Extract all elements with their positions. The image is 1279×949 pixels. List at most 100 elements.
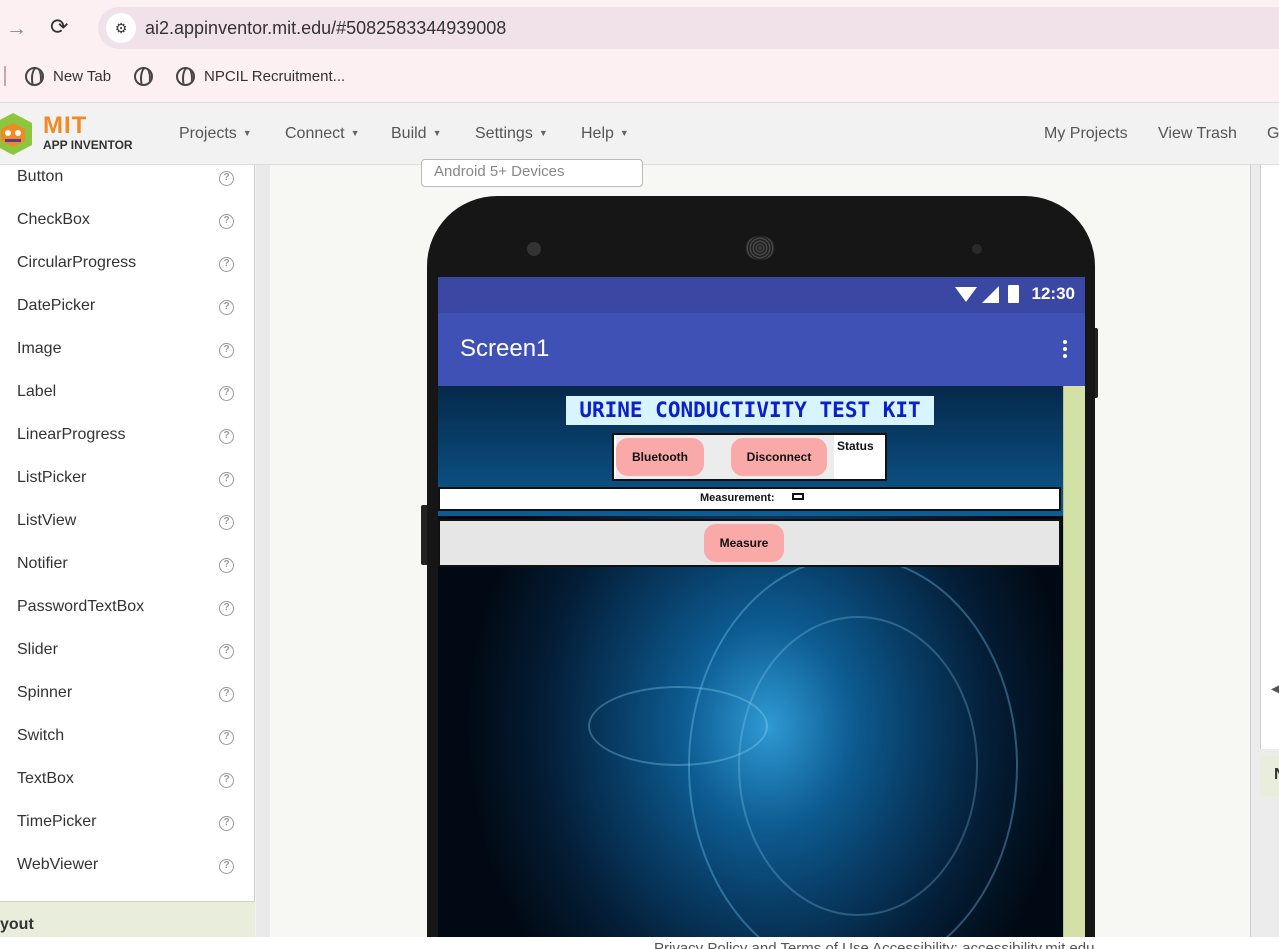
button-arrangement: Bluetooth Disconnect Status	[612, 433, 887, 481]
help-icon[interactable]: ?	[219, 214, 234, 229]
status-label: Status	[837, 439, 874, 453]
bookmark-globe[interactable]	[134, 67, 162, 86]
menu-build[interactable]: Build ▼	[391, 125, 442, 143]
palette-item-label: Slider	[17, 641, 58, 658]
screen-scroll-bar	[1063, 386, 1085, 937]
address-bar[interactable]: ⚙ ai2.appinventor.mit.edu/#5082583344939…	[98, 7, 1279, 49]
caret-down-icon: ▼	[538, 128, 548, 138]
palette-item-label: Spinner	[17, 684, 73, 701]
palette-item-linearprogress[interactable]: LinearProgress?	[17, 426, 242, 450]
overflow-menu-icon[interactable]	[1063, 340, 1067, 361]
phone-screen: 12:30 Screen1 URINE CONDUCTIVITY TEST KI…	[438, 277, 1085, 937]
measure-button[interactable]: Measure	[704, 524, 784, 562]
help-icon[interactable]: ?	[219, 257, 234, 272]
bookmark-separator	[4, 66, 6, 86]
palette-item-spinner[interactable]: Spinner?	[17, 684, 242, 708]
menu-label: Connect	[285, 125, 345, 142]
properties-panel-tab[interactable]: N	[1260, 756, 1279, 796]
palette-item-label: CheckBox	[17, 211, 90, 228]
palette-item-switch[interactable]: Switch?	[17, 727, 242, 751]
url-text[interactable]: ai2.appinventor.mit.edu/#508258334493900…	[145, 18, 506, 39]
globe-icon	[25, 67, 44, 86]
wifi-icon	[955, 286, 977, 302]
help-icon[interactable]: ?	[219, 429, 234, 444]
palette-item-label: Image	[17, 340, 62, 357]
palette-item-listview[interactable]: ListView?	[17, 512, 242, 536]
palette-item-image[interactable]: Image?	[17, 340, 242, 364]
menu-settings[interactable]: Settings ▼	[475, 125, 548, 143]
help-icon[interactable]: ?	[219, 515, 234, 530]
app-inventor-topbar: MIT APP INVENTOR Projects ▼ Connect ▼ Buil…	[0, 103, 1279, 165]
caret-down-icon: ▼	[432, 128, 442, 138]
menu-projects[interactable]: Projects ▼	[179, 125, 252, 143]
chevron-left-icon[interactable]: ◀	[1271, 680, 1279, 697]
menu-help[interactable]: Help ▼	[581, 125, 629, 143]
palette-item-label: TextBox	[17, 770, 74, 787]
help-icon[interactable]: ?	[219, 687, 234, 702]
bluetooth-button[interactable]: Bluetooth	[616, 438, 704, 476]
bookmark-npcil[interactable]: NPCIL Recruitment...	[176, 67, 345, 86]
palette-item-passwordtextbox[interactable]: PasswordTextBox?	[17, 598, 242, 622]
menu-connect[interactable]: Connect ▼	[285, 125, 360, 143]
palette-item-label: CircularProgress	[17, 254, 137, 271]
palette-item-notifier[interactable]: Notifier?	[17, 555, 242, 579]
app-title-label: URINE CONDUCTIVITY TEST KIT	[566, 396, 934, 425]
palette-item-label: Switch	[17, 727, 65, 744]
palette-item-label: Label	[17, 383, 57, 400]
help-icon[interactable]: ?	[219, 300, 234, 315]
globe-icon	[134, 67, 153, 86]
reload-icon[interactable]: ⟳	[50, 14, 68, 40]
menu-label: Help	[581, 125, 614, 142]
palette-item-textbox[interactable]: TextBox?	[17, 770, 242, 794]
site-settings-icon[interactable]: ⚙	[106, 13, 136, 43]
palette-item-webviewer[interactable]: WebViewer?	[17, 856, 242, 880]
forward-arrow-icon[interactable]: →	[6, 17, 27, 41]
bookmark-new-tab[interactable]: New Tab	[25, 67, 111, 86]
battery-icon	[1008, 285, 1019, 303]
help-icon[interactable]: ?	[219, 773, 234, 788]
palette-item-label: WebViewer	[17, 856, 99, 873]
help-icon[interactable]: ?	[219, 472, 234, 487]
menu-label: Projects	[179, 125, 237, 142]
palette-item-checkbox[interactable]: CheckBox?	[17, 211, 242, 235]
palette-item-label: TimePicker	[17, 813, 97, 830]
disconnect-button[interactable]: Disconnect	[731, 438, 827, 476]
app-inventor-logo-icon[interactable]	[0, 111, 34, 157]
guide-link[interactable]: G	[1267, 125, 1279, 143]
palette-item-timepicker[interactable]: TimePicker?	[17, 813, 242, 837]
caret-down-icon: ▼	[619, 128, 629, 138]
globe-icon	[176, 67, 195, 86]
phone-camera	[527, 242, 541, 256]
measurement-value-label	[792, 493, 804, 500]
palette-item-label: Notifier	[17, 555, 68, 572]
palette-item-slider[interactable]: Slider?	[17, 641, 242, 665]
palette-item-button[interactable]: Button?	[17, 168, 242, 192]
palette-item-label: ListView	[17, 512, 77, 529]
help-icon[interactable]: ?	[219, 601, 234, 616]
help-icon[interactable]: ?	[219, 816, 234, 831]
help-icon[interactable]: ?	[219, 171, 234, 186]
help-icon[interactable]: ?	[219, 558, 234, 573]
help-icon[interactable]: ?	[219, 859, 234, 874]
help-icon[interactable]: ?	[219, 386, 234, 401]
my-projects-link[interactable]: My Projects	[1044, 125, 1128, 143]
menu-label: Build	[391, 125, 427, 142]
ureter-line	[588, 686, 768, 766]
palette-item-label: LinearProgress	[17, 426, 126, 443]
palette-item-datepicker[interactable]: DatePicker?	[17, 297, 242, 321]
palette-item-label: PasswordTextBox	[17, 598, 145, 615]
caret-down-icon: ▼	[350, 128, 360, 138]
phone-sensor	[972, 244, 982, 254]
signal-icon	[982, 285, 999, 303]
palette-item-listpicker[interactable]: ListPicker?	[17, 469, 242, 493]
kidney-inner-outline	[738, 616, 978, 916]
help-icon[interactable]: ?	[219, 343, 234, 358]
palette-item-label[interactable]: Label?	[17, 383, 242, 407]
footer-text[interactable]: Privacy Policy and Terms of Use Accessib…	[654, 940, 1094, 949]
view-trash-link[interactable]: View Trash	[1158, 125, 1237, 143]
help-icon[interactable]: ?	[219, 730, 234, 745]
help-icon[interactable]: ?	[219, 644, 234, 659]
palette-item-circularprogress[interactable]: CircularProgress?	[17, 254, 242, 278]
menu-label: Settings	[475, 125, 533, 142]
device-size-select[interactable]: Android 5+ Devices	[421, 159, 643, 187]
